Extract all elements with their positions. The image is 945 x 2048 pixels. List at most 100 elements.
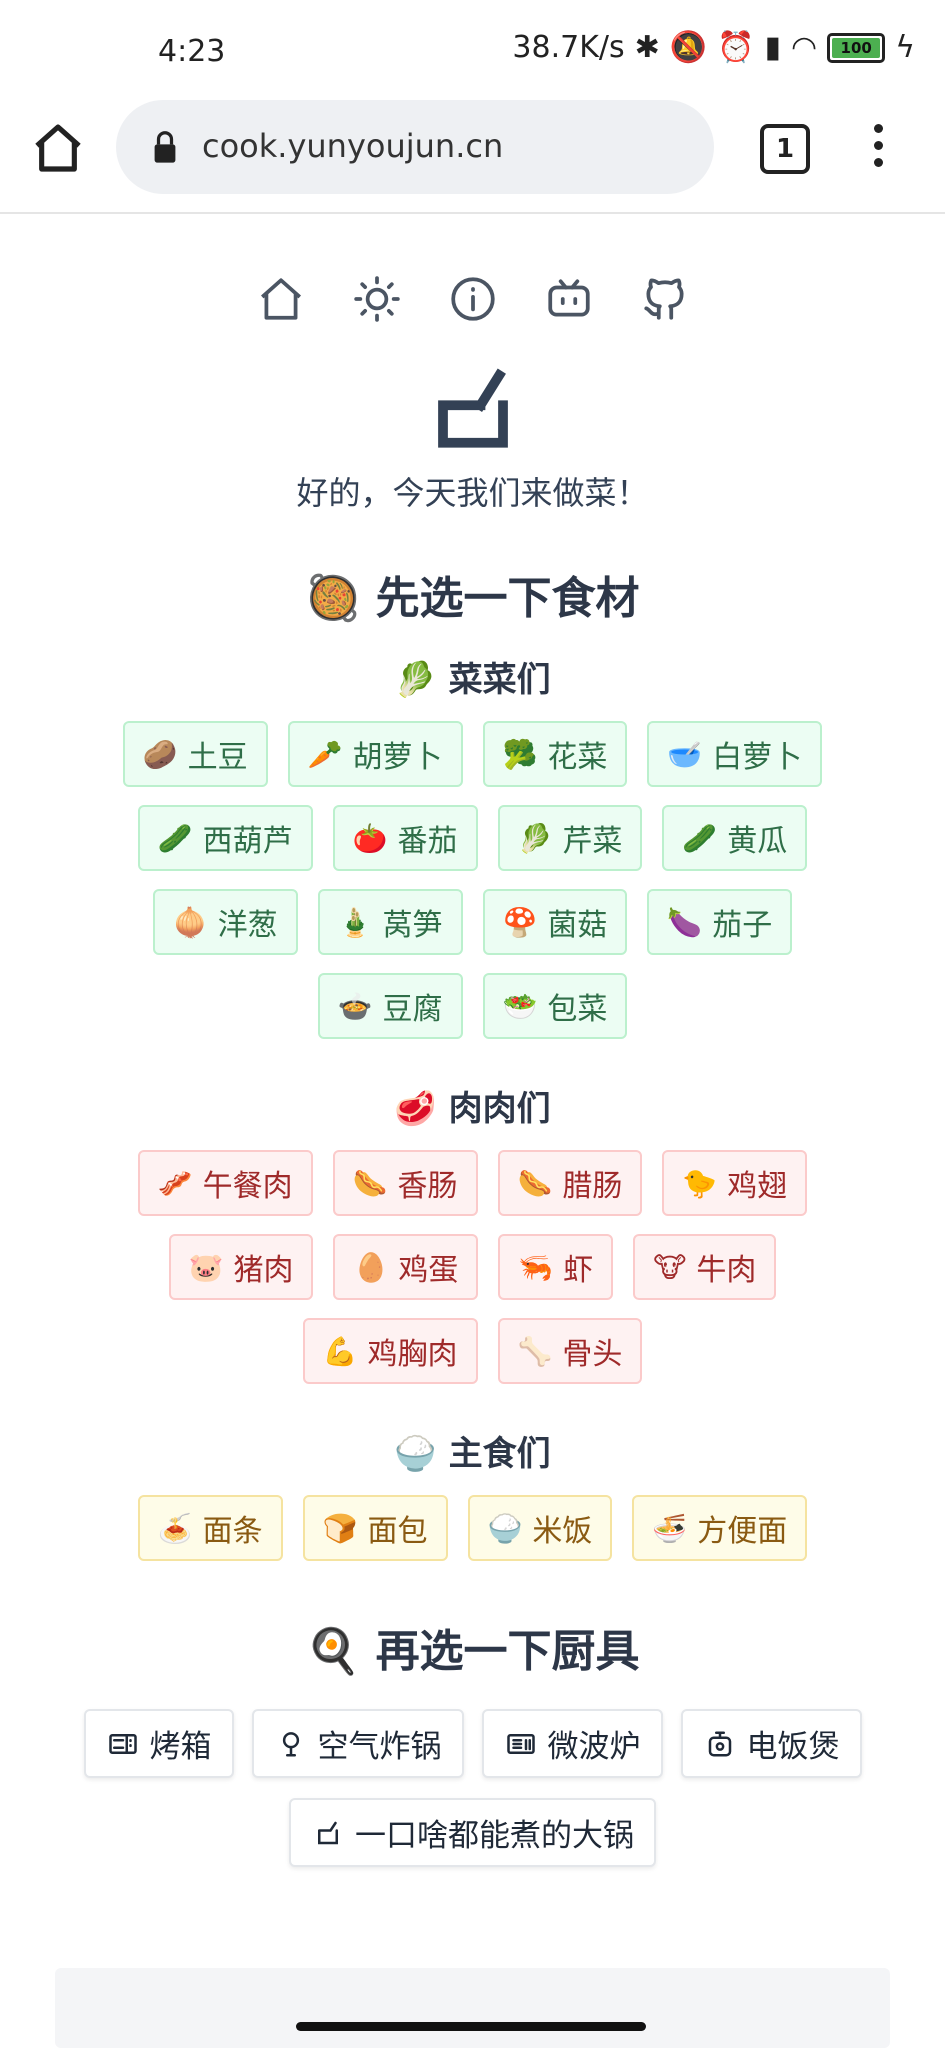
tools-section-title: 🍳 再选一下厨具 bbox=[305, 1626, 640, 1677]
vegetable-chips: 🥔 土豆 🥕 胡萝卜 🥦 花菜 🥣 白萝卜 🥒 西葫芦 🍅 番茄 🥬 芹菜 🥒 黄瓜 🧅 洋葱 🎍 莴笋 🍄 菌菇 🍆 茄子 🍲… bbox=[0, 721, 945, 1039]
meat-label: 鸡胸肉 bbox=[367, 1337, 458, 1372]
vegetable-chip[interactable]: 🥒 黄瓜 bbox=[662, 805, 808, 871]
alarm-icon: ⏰ bbox=[717, 30, 755, 65]
meat-chip[interactable]: 🦴 骨头 bbox=[497, 1318, 643, 1384]
pot-logo bbox=[0, 364, 945, 454]
vegetable-chip[interactable]: 🥣 白萝卜 bbox=[647, 721, 823, 787]
vegetable-chip[interactable]: 🍲 豆腐 bbox=[317, 973, 463, 1039]
vegetables-group: 🥬 菜菜们 🥔 土豆 🥕 胡萝卜 🥦 花菜 🥣 白萝卜 🥒 西葫芦 🍅 番茄 🥬 芹菜 🥒 黄瓜 🧅 洋葱 🎍 莴笋 🍄… bbox=[0, 652, 945, 1039]
tool-chip[interactable]: 微波炉 bbox=[481, 1709, 663, 1778]
vegetable-chip[interactable]: 🍆 茄子 bbox=[647, 889, 793, 955]
pot-logo-icon bbox=[437, 368, 508, 448]
tool-label: 微波炉 bbox=[547, 1729, 641, 1765]
staple-chip[interactable]: 🍝 面条 bbox=[137, 1495, 283, 1561]
meat-label: 香肠 bbox=[397, 1169, 458, 1204]
meat-emoji-icon: 🐮 bbox=[653, 1250, 687, 1284]
vegetable-label: 黄瓜 bbox=[727, 824, 788, 859]
address-bar[interactable]: cook.yunyoujun.cn bbox=[116, 100, 714, 194]
tool-chips: 烤箱 空气炸锅 微波炉 电饭煲 一口啥都能煮的大锅 bbox=[0, 1709, 945, 1867]
vegetable-chip[interactable]: 🥦 花菜 bbox=[482, 721, 628, 787]
charging-icon: ϟ bbox=[895, 30, 915, 65]
vegetable-chip[interactable]: 🍅 番茄 bbox=[332, 805, 478, 871]
meat-label: 腊肠 bbox=[562, 1169, 623, 1204]
battery-icon: 100 bbox=[827, 32, 886, 63]
vegetable-label: 豆腐 bbox=[382, 992, 443, 1027]
staple-label: 米饭 bbox=[532, 1514, 593, 1549]
staple-emoji-icon: 🍝 bbox=[157, 1511, 193, 1545]
vegetable-chip[interactable]: 🥔 土豆 bbox=[122, 721, 268, 787]
vegetable-chip[interactable]: 🥗 包菜 bbox=[482, 973, 628, 1039]
meat-emoji-icon: 🌭 bbox=[517, 1166, 553, 1200]
vegetable-chip[interactable]: 🥕 胡萝卜 bbox=[287, 721, 463, 787]
meat-label: 鸡蛋 bbox=[398, 1253, 459, 1288]
home-icon[interactable] bbox=[256, 274, 306, 324]
vegetable-emoji-icon: 🍅 bbox=[352, 821, 388, 855]
meat-chips: 🥓 午餐肉 🌭 香肠 🌭 腊肠 🐤 鸡翅 🐷 猪肉 🥚 鸡蛋 🦐 虾 🐮 牛肉 💪 鸡胸肉 🦴 骨头 bbox=[0, 1150, 945, 1384]
vegetable-chip[interactable]: 🥬 芹菜 bbox=[497, 805, 643, 871]
meat-chip[interactable]: 🌭 腊肠 bbox=[497, 1150, 643, 1216]
meat-emoji-icon: 🦴 bbox=[517, 1334, 553, 1368]
top-nav bbox=[0, 274, 945, 324]
signal-icon: ▮ bbox=[764, 30, 782, 65]
meat-chip[interactable]: 🐷 猪肉 bbox=[168, 1234, 314, 1300]
vegetable-label: 茄子 bbox=[712, 908, 773, 943]
tool-label: 空气炸锅 bbox=[317, 1729, 442, 1765]
gesture-bar[interactable] bbox=[296, 2022, 646, 2031]
tool-chip[interactable]: 一口啥都能煮的大锅 bbox=[289, 1798, 656, 1867]
vegetable-chip[interactable]: 🥒 西葫芦 bbox=[137, 805, 313, 871]
vegetable-emoji-icon: 🥗 bbox=[502, 989, 538, 1023]
tool-chip[interactable]: 电饭煲 bbox=[680, 1709, 862, 1778]
vegetable-emoji-icon: 🥣 bbox=[667, 737, 703, 771]
air-fryer-icon bbox=[282, 1731, 299, 1756]
staple-emoji-icon: 🍚 bbox=[487, 1511, 523, 1545]
tool-chip[interactable]: 空气炸锅 bbox=[251, 1709, 464, 1778]
staple-emoji-icon: 🍞 bbox=[322, 1511, 358, 1545]
staple-label: 方便面 bbox=[697, 1514, 788, 1549]
tools-group: 烤箱 空气炸锅 微波炉 电饭煲 一口啥都能煮的大锅 bbox=[0, 1709, 945, 1867]
vegetable-label: 胡萝卜 bbox=[352, 740, 443, 775]
meat-chip[interactable]: 💪 鸡胸肉 bbox=[302, 1318, 478, 1384]
meat-emoji-icon: 🥓 bbox=[157, 1166, 193, 1200]
vegetable-label: 包菜 bbox=[547, 992, 608, 1027]
meat-emoji-icon: 🌭 bbox=[352, 1166, 388, 1200]
vegetable-emoji-icon: 🥔 bbox=[142, 737, 178, 771]
wifi-icon: ◠ bbox=[791, 30, 818, 65]
staple-label: 面条 bbox=[202, 1514, 263, 1549]
vegetable-label: 菌菇 bbox=[547, 908, 608, 943]
vegetable-emoji-icon: 🍲 bbox=[337, 989, 373, 1023]
more-menu-icon[interactable] bbox=[868, 124, 888, 174]
meat-emoji-icon: 🐤 bbox=[682, 1166, 718, 1200]
vegetable-label: 西葫芦 bbox=[202, 824, 293, 859]
staple-chip[interactable]: 🍚 米饭 bbox=[467, 1495, 613, 1561]
tool-label: 烤箱 bbox=[149, 1729, 212, 1765]
vegetable-chip[interactable]: 🍄 菌菇 bbox=[482, 889, 628, 955]
tool-chip[interactable]: 烤箱 bbox=[83, 1709, 234, 1778]
tab-switcher-button[interactable]: 1 bbox=[760, 124, 810, 174]
vegetable-emoji-icon: 🥦 bbox=[502, 737, 538, 771]
vegetable-chip[interactable]: 🧅 洋葱 bbox=[152, 889, 298, 955]
sun-icon[interactable] bbox=[352, 274, 402, 324]
meat-chip[interactable]: 🐤 鸡翅 bbox=[662, 1150, 808, 1216]
meat-chip[interactable]: 🌭 香肠 bbox=[332, 1150, 478, 1216]
meat-emoji-icon: 🦐 bbox=[518, 1250, 554, 1284]
staple-chip[interactable]: 🍜 方便面 bbox=[632, 1495, 808, 1561]
meat-label: 猪肉 bbox=[233, 1253, 294, 1288]
microwave-icon bbox=[506, 1733, 535, 1754]
github-icon[interactable] bbox=[640, 274, 690, 324]
bilibili-icon[interactable] bbox=[544, 274, 594, 324]
mute-icon: 🔕 bbox=[669, 30, 708, 65]
meat-label: 骨头 bbox=[562, 1337, 623, 1372]
meat-chip[interactable]: 🥚 鸡蛋 bbox=[333, 1234, 479, 1300]
tagline: 好的，今天我们来做菜！ bbox=[296, 474, 649, 512]
home-icon[interactable] bbox=[30, 120, 86, 176]
pot-icon bbox=[318, 1821, 338, 1844]
lettuce-icon: 🥬 bbox=[394, 660, 437, 700]
staple-emoji-icon: 🍜 bbox=[652, 1511, 688, 1545]
meat-chip[interactable]: 🐮 牛肉 bbox=[633, 1234, 777, 1300]
vegetable-chip[interactable]: 🎍 莴笋 bbox=[317, 889, 463, 955]
meat-chip[interactable]: 🦐 虾 bbox=[498, 1234, 614, 1300]
staple-chip[interactable]: 🍞 面包 bbox=[302, 1495, 448, 1561]
info-icon[interactable] bbox=[448, 274, 498, 324]
meat-emoji-icon: 🐷 bbox=[188, 1250, 224, 1284]
meat-chip[interactable]: 🥓 午餐肉 bbox=[137, 1150, 313, 1216]
